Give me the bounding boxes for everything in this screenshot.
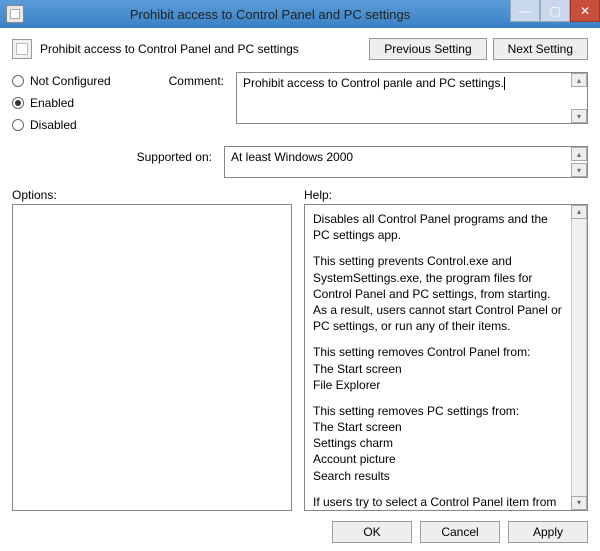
help-text: This setting prevents Control.exe and Sy…: [313, 253, 567, 334]
ok-button[interactable]: OK: [332, 521, 412, 543]
help-panel: Disables all Control Panel programs and …: [304, 204, 588, 511]
help-text: This setting removes Control Panel from:…: [313, 344, 567, 393]
maximize-button[interactable]: ▢: [540, 0, 570, 22]
close-button[interactable]: ✕: [570, 0, 600, 22]
config-row: Not Configured Enabled Disabled Comment:…: [12, 72, 588, 140]
window-title: Prohibit access to Control Panel and PC …: [30, 7, 510, 22]
apply-button[interactable]: Apply: [508, 521, 588, 543]
previous-setting-button[interactable]: Previous Setting: [369, 38, 486, 60]
help-label: Help:: [304, 188, 332, 202]
titlebar: Prohibit access to Control Panel and PC …: [0, 0, 600, 28]
radio-label: Disabled: [30, 118, 77, 132]
panels-header: Options: Help:: [12, 188, 588, 202]
policy-icon: [12, 39, 32, 59]
radio-label: Enabled: [30, 96, 74, 110]
text-cursor: [504, 77, 505, 90]
supported-text: At least Windows 2000: [231, 150, 353, 164]
help-text: This setting removes PC settings from: T…: [313, 403, 567, 484]
radio-label: Not Configured: [30, 74, 111, 88]
scrollbar[interactable]: [571, 219, 587, 496]
radio-icon: [12, 97, 24, 109]
radio-icon: [12, 119, 24, 131]
comment-textarea[interactable]: Prohibit access to Control panle and PC …: [236, 72, 588, 124]
scroll-up-icon[interactable]: ▴: [571, 205, 587, 219]
options-label: Options:: [12, 188, 292, 202]
window-controls: — ▢ ✕: [510, 0, 600, 28]
scroll-up-icon[interactable]: ▴: [571, 147, 587, 161]
radio-icon: [12, 75, 24, 87]
comment-label: Comment:: [144, 72, 224, 88]
cancel-button[interactable]: Cancel: [420, 521, 500, 543]
supported-textarea: At least Windows 2000 ▴ ▾: [224, 146, 588, 178]
window-icon: [6, 5, 24, 23]
help-text: If users try to select a Control Panel i…: [313, 494, 567, 511]
options-panel: [12, 204, 292, 511]
panels: Disables all Control Panel programs and …: [12, 204, 588, 511]
content: Prohibit access to Control Panel and PC …: [0, 28, 600, 551]
minimize-button[interactable]: —: [510, 0, 540, 22]
header-row: Prohibit access to Control Panel and PC …: [12, 38, 588, 60]
scroll-down-icon[interactable]: ▾: [571, 109, 587, 123]
radio-group: Not Configured Enabled Disabled: [12, 72, 132, 140]
scroll-up-icon[interactable]: ▴: [571, 73, 587, 87]
policy-title: Prohibit access to Control Panel and PC …: [40, 42, 361, 56]
footer-buttons: OK Cancel Apply: [12, 511, 588, 543]
scroll-down-icon[interactable]: ▾: [571, 163, 587, 177]
supported-row: Supported on: At least Windows 2000 ▴ ▾: [12, 146, 588, 178]
scroll-down-icon[interactable]: ▾: [571, 496, 587, 510]
comment-text: Prohibit access to Control panle and PC …: [243, 76, 504, 90]
radio-not-configured[interactable]: Not Configured: [12, 74, 132, 88]
next-setting-button[interactable]: Next Setting: [493, 38, 588, 60]
help-text: Disables all Control Panel programs and …: [313, 211, 567, 243]
radio-disabled[interactable]: Disabled: [12, 118, 132, 132]
radio-enabled[interactable]: Enabled: [12, 96, 132, 110]
supported-label: Supported on:: [12, 146, 212, 164]
nav-buttons: Previous Setting Next Setting: [369, 38, 588, 60]
